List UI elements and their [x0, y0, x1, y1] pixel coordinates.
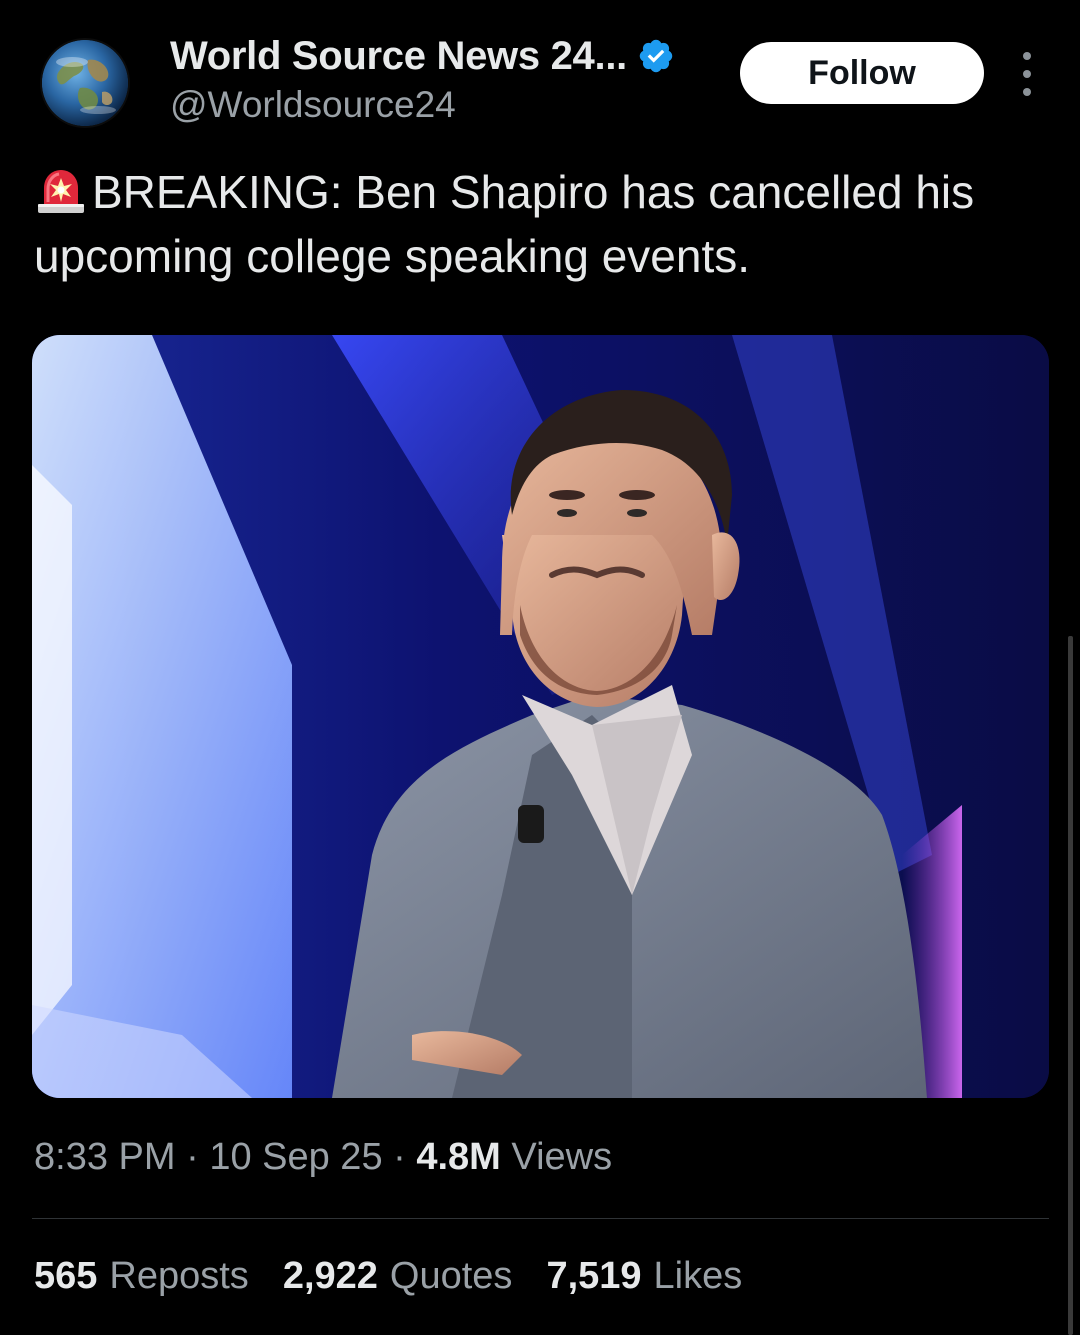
- more-vertical-icon[interactable]: [1010, 52, 1044, 96]
- author-info[interactable]: World Source News 24... @Worldsource24: [170, 30, 675, 126]
- dot: [1023, 88, 1031, 96]
- reposts-count: 565: [34, 1255, 98, 1297]
- tweet-header: World Source News 24... @Worldsource24 F…: [0, 0, 1080, 140]
- author-avatar[interactable]: [42, 40, 128, 126]
- views-label: Views: [511, 1136, 613, 1178]
- verified-badge-icon: [639, 39, 673, 73]
- likes-stat[interactable]: 7,519 Likes: [546, 1255, 742, 1298]
- views-count: 4.8M: [416, 1136, 501, 1178]
- display-name-row: World Source News 24...: [170, 30, 675, 82]
- dot: [1023, 70, 1031, 78]
- likes-count: 7,519: [546, 1255, 642, 1297]
- reposts-label: Reposts: [109, 1255, 249, 1297]
- tweet-time[interactable]: 8:33 PM: [34, 1136, 176, 1178]
- reposts-stat[interactable]: 565 Reposts: [34, 1255, 249, 1298]
- dot: [1023, 52, 1031, 60]
- separator-dot: ·: [186, 1136, 210, 1178]
- quotes-stat[interactable]: 2,922 Quotes: [283, 1255, 513, 1298]
- tweet-photo[interactable]: [32, 335, 1049, 1098]
- tweet-date[interactable]: 10 Sep 25: [209, 1136, 382, 1178]
- globe-icon: [42, 40, 128, 126]
- scrollbar[interactable]: [1068, 636, 1073, 1335]
- engagement-stats: 565 Reposts 2,922 Quotes 7,519 Likes: [34, 1255, 776, 1298]
- separator-dot: ·: [393, 1136, 417, 1178]
- tweet-body: BREAKING: Ben Shapiro has cancelled his …: [34, 166, 975, 282]
- author-handle[interactable]: @Worldsource24: [170, 84, 675, 126]
- siren-icon: [38, 170, 84, 213]
- quotes-count: 2,922: [282, 1255, 378, 1297]
- photo-image: [32, 335, 1049, 1098]
- display-name[interactable]: World Source News 24...: [170, 34, 627, 79]
- follow-button[interactable]: Follow: [740, 42, 984, 104]
- divider: [32, 1218, 1049, 1219]
- quotes-label: Quotes: [389, 1255, 513, 1297]
- tweet-meta: 8:33 PM · 10 Sep 25 · 4.8M Views: [34, 1136, 612, 1179]
- tweet-text: BREAKING: Ben Shapiro has cancelled his …: [34, 160, 1044, 288]
- likes-label: Likes: [653, 1255, 743, 1297]
